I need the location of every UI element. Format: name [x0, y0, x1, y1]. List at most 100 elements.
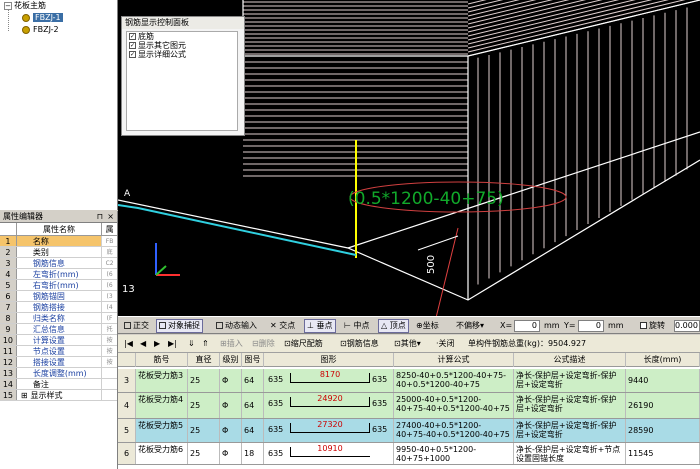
property-row[interactable]: 1 名称 FB	[0, 236, 117, 247]
property-row-name: 长度调整(mm)	[17, 368, 103, 378]
collapse-icon[interactable]: −	[4, 1, 12, 10]
property-row-value[interactable]: (6	[102, 280, 117, 290]
property-row-value[interactable]: 按	[102, 346, 117, 356]
last-record-icon[interactable]: ▶|	[168, 338, 177, 350]
property-row[interactable]: 4 左弯折(mm) (6	[0, 269, 117, 280]
move-down-icon[interactable]: ⇓	[188, 338, 195, 350]
expand-icon[interactable]: ⊞	[21, 391, 28, 400]
property-row-value[interactable]: 按	[102, 357, 117, 367]
grid-column-header[interactable]: 直径(mm)	[188, 353, 220, 378]
property-row-value[interactable]: (3	[102, 291, 117, 301]
rotate-checkbox[interactable]: 旋转	[638, 319, 667, 333]
other-menu-button[interactable]: ⊡其他▾	[394, 338, 421, 350]
delete-button[interactable]: ⊟删除	[252, 338, 275, 350]
length-cell: 9440	[626, 369, 700, 392]
tree-root[interactable]: − 花板主筋	[4, 0, 46, 12]
table-row[interactable]: 5 花板受力筋5 25 Φ 64 635 27320 635 27400-40+0.5*1200…	[118, 419, 700, 443]
insert-button[interactable]: ⊞插入	[220, 338, 243, 350]
perpendicular-button[interactable]: ⊥ 垂点	[304, 319, 336, 333]
rebar-info-button[interactable]: ⊡钢筋信息	[340, 338, 379, 350]
dynamic-input-button[interactable]: 动态输入	[214, 319, 259, 333]
property-row[interactable]: 12 搭接设置按	[0, 357, 117, 368]
figure-number-cell: 64	[242, 369, 264, 392]
property-row-number: 9	[0, 324, 17, 334]
tree-item-fbzj-1[interactable]: FBZJ-1	[22, 12, 63, 24]
property-row-value[interactable]: 托	[102, 324, 117, 334]
coordinate-button[interactable]: ⊕坐标	[414, 319, 441, 333]
property-row-value[interactable]	[102, 390, 117, 400]
property-row-value[interactable]	[102, 379, 117, 389]
midpoint-button[interactable]: ⊢ 中点	[342, 319, 372, 333]
row-number[interactable]: 5	[118, 419, 136, 442]
row-number[interactable]: 6	[118, 443, 136, 464]
rebar-shape-cell: 635 27320 635	[264, 419, 394, 442]
table-row[interactable]: 4 花板受力筋4 25 Φ 64 635 24920 635 25000-40+0.5*1200…	[118, 393, 700, 419]
property-row[interactable]: 10 计算设置按	[0, 335, 117, 346]
property-row-value[interactable]: (6	[102, 269, 117, 279]
property-row-value[interactable]: C2	[102, 258, 117, 268]
grid-column-header[interactable]	[118, 353, 136, 367]
y-input[interactable]: 0	[578, 320, 604, 332]
property-name-header: 属性名称	[17, 223, 103, 235]
chevron-down-icon: ▾	[480, 321, 485, 330]
grid-column-header[interactable]: 计算公式	[394, 353, 514, 367]
grid-column-header[interactable]: 图号	[242, 353, 264, 367]
prev-record-icon[interactable]: ◀	[140, 338, 146, 350]
pin-icon[interactable]: ⊓	[97, 211, 103, 223]
checkbox-icon[interactable]	[640, 322, 647, 329]
next-record-icon[interactable]: ▶	[154, 338, 160, 350]
table-row[interactable]: 3 花板受力筋3 25 Φ 64 635 8170 635 8250-40+0.5*1200-4…	[118, 369, 700, 393]
shape-left-value: 635	[268, 375, 284, 384]
property-row[interactable]: 2 类别底	[0, 247, 117, 258]
property-row-value[interactable]: 按	[102, 335, 117, 345]
property-row-value[interactable]: FB	[102, 236, 117, 246]
property-row-value[interactable]: 底	[102, 247, 117, 257]
y-label: Y=	[564, 321, 576, 330]
control-panel-title: 钢筋显示控制面板	[122, 17, 244, 29]
rotate-input[interactable]: 0.000	[674, 320, 700, 332]
close-button[interactable]: ·关闭	[436, 338, 455, 350]
checkbox-show-formula[interactable]: ✓ 显示详细公式	[127, 50, 237, 59]
other-icon: ⊡	[394, 339, 401, 348]
property-row[interactable]: 6 钢筋锚固 (3	[0, 291, 117, 302]
checkbox-show-other[interactable]: ✓ 显示其它图元	[127, 41, 237, 50]
property-row[interactable]: 11 节点设置按	[0, 346, 117, 357]
first-record-icon[interactable]: |◀	[124, 338, 133, 350]
vertex-button[interactable]: △ 顶点	[378, 319, 409, 333]
table-row[interactable]: 6 花板受力筋6 25 Φ 18 635 10910 9950-40+0.5*1200-40+…	[118, 443, 700, 465]
checkbox-check-icon[interactable]: ✓	[129, 42, 136, 49]
property-row[interactable]: 5 右弯折(mm) (6	[0, 280, 117, 291]
move-up-icon[interactable]: ⇑	[202, 338, 209, 350]
object-snap-button[interactable]: 对象捕捉	[156, 319, 203, 333]
property-row-value[interactable]: (F	[102, 313, 117, 323]
grid-column-header[interactable]: 级别	[220, 353, 242, 367]
formula-label: (0.5*1200-40+75)	[348, 189, 504, 209]
grid-column-header[interactable]: 图形	[264, 353, 394, 367]
grid-column-header[interactable]: 筋号	[136, 353, 188, 367]
grid-column-header[interactable]: 长度(mm)	[626, 353, 700, 367]
grid-column-header[interactable]: 公式描述	[514, 353, 626, 367]
property-row[interactable]: 14 备注	[0, 379, 117, 390]
scale-rebar-button[interactable]: ⊡缩尺配筋	[284, 338, 323, 350]
property-row[interactable]: 8 归类名称 (F	[0, 313, 117, 324]
x-input[interactable]: 0	[514, 320, 540, 332]
property-row-value[interactable]	[102, 368, 117, 378]
property-row[interactable]: 7 钢筋搭接 (4	[0, 302, 117, 313]
checkbox-check-icon[interactable]: ✓	[129, 51, 136, 58]
checkbox-check-icon[interactable]: ✓	[129, 33, 136, 40]
row-number[interactable]: 4	[118, 393, 136, 418]
property-row[interactable]: 9 汇总信息托	[0, 324, 117, 335]
checkbox-bottom-rebar[interactable]: ✓ 底筋	[127, 32, 237, 41]
offset-select[interactable]: 不偏移▾	[454, 319, 486, 333]
property-row[interactable]: 3 钢筋信息 C2	[0, 258, 117, 269]
intersection-button[interactable]: ✕ 交点	[268, 319, 297, 333]
grade-cell: Φ	[220, 369, 242, 392]
property-row-number: 10	[0, 335, 17, 345]
tree-item-fbzj-2[interactable]: FBZJ-2	[22, 24, 59, 36]
property-row-value[interactable]: (4	[102, 302, 117, 312]
row-number[interactable]: 3	[118, 369, 136, 392]
close-icon[interactable]: ×	[107, 211, 114, 223]
property-row[interactable]: 15 ⊞ 显示样式	[0, 390, 117, 401]
property-row[interactable]: 13 长度调整(mm)	[0, 368, 117, 379]
orthogonal-button[interactable]: 正交	[122, 319, 151, 333]
